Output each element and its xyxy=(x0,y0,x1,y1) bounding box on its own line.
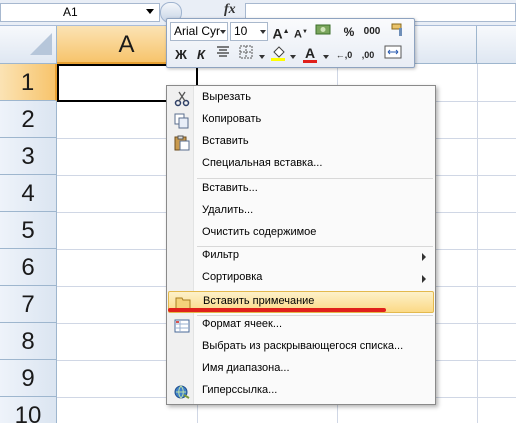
font-size-dropdown-icon[interactable] xyxy=(260,30,266,34)
menu-item-filter[interactable]: Фильтр xyxy=(168,246,434,268)
format-painter-icon[interactable] xyxy=(389,22,409,42)
menu-item-label: Сортировка xyxy=(202,271,263,283)
menu-item-delete[interactable]: Удалить... xyxy=(168,201,434,223)
borders-icon[interactable] xyxy=(236,45,256,65)
name-box-dropdown-icon[interactable] xyxy=(146,9,154,14)
menu-item-label: Копировать xyxy=(202,113,262,125)
increase-font-icon[interactable]: A▲ xyxy=(271,22,291,42)
grid-line xyxy=(477,64,478,423)
excel-window: A1 fx A 1 2 3 4 5 6 7 8 9 10 Arial Cyr 1… xyxy=(0,0,516,423)
scissors-icon xyxy=(174,91,190,107)
submenu-arrow-icon xyxy=(422,253,426,261)
row-header-3[interactable]: 3 xyxy=(0,138,57,175)
fill-color-dropdown-icon[interactable] xyxy=(290,55,296,59)
menu-item-paste[interactable]: Вставить xyxy=(168,132,434,154)
menu-item-label: Выбрать из раскрывающегося списка... xyxy=(202,340,404,352)
row-header-1[interactable]: 1 xyxy=(0,64,57,101)
menu-item-label: Очистить содержимое xyxy=(202,226,317,238)
copy-icon xyxy=(174,113,190,129)
context-menu: Вырезать Копировать Вставить Специальная… xyxy=(166,85,436,405)
font-color-dropdown-icon[interactable] xyxy=(323,55,329,59)
menu-item-sort[interactable]: Сортировка xyxy=(168,268,434,290)
increase-decimal-button[interactable]: ←,0 xyxy=(333,45,355,65)
menu-item-paste-special[interactable]: Специальная вставка... xyxy=(168,154,434,176)
menu-item-format-cells[interactable]: Формат ячеек... xyxy=(168,315,434,337)
menu-item-cut[interactable]: Вырезать xyxy=(168,88,434,110)
align-center-icon[interactable] xyxy=(213,45,233,65)
row-header-10[interactable]: 10 xyxy=(0,397,57,423)
row-header-2[interactable]: 2 xyxy=(0,101,57,138)
decrease-decimal-button[interactable]: ,00 xyxy=(357,45,379,65)
name-box[interactable]: A1 xyxy=(0,3,160,22)
row-header-8[interactable]: 8 xyxy=(0,323,57,360)
hyperlink-icon xyxy=(174,384,190,400)
paste-icon xyxy=(174,135,190,151)
font-color-icon[interactable]: A xyxy=(300,43,320,63)
menu-item-label: Вставить... xyxy=(202,182,258,194)
borders-dropdown-icon[interactable] xyxy=(259,55,265,59)
row-header-5[interactable]: 5 xyxy=(0,212,57,249)
fill-color-icon[interactable] xyxy=(269,45,289,65)
menu-item-label: Вставить xyxy=(202,135,249,147)
submenu-arrow-icon xyxy=(422,275,426,283)
menu-item-label: Специальная вставка... xyxy=(202,157,323,169)
italic-button[interactable]: К xyxy=(191,45,211,65)
font-name-dropdown-icon[interactable] xyxy=(220,30,226,34)
merge-center-icon[interactable] xyxy=(383,45,403,65)
menu-item-label: Удалить... xyxy=(202,204,254,216)
select-all-triangle-icon xyxy=(30,33,52,55)
insert-function-icon[interactable]: fx xyxy=(224,2,236,18)
annotation-red-underline xyxy=(168,308,386,312)
menu-item-label: Вырезать xyxy=(202,91,251,103)
comma-style-button[interactable]: 000 xyxy=(359,22,385,42)
decrease-font-icon[interactable]: A▼ xyxy=(291,22,311,42)
mini-toolbar: Arial Cyr 10 A▲ A▼ % 000 Ж К A ←,0 ,00 xyxy=(166,18,415,68)
menu-item-clear-contents[interactable]: Очистить содержимое xyxy=(168,223,434,245)
bold-button[interactable]: Ж xyxy=(171,45,191,65)
row-header-6[interactable]: 6 xyxy=(0,249,57,286)
format-cells-icon xyxy=(174,318,190,334)
row-header-7[interactable]: 7 xyxy=(0,286,57,323)
menu-item-hyperlink[interactable]: Гиперссылка... xyxy=(168,381,434,403)
menu-item-label: Фильтр xyxy=(202,249,239,261)
menu-item-insert[interactable]: Вставить... xyxy=(168,179,434,201)
font-color-bar xyxy=(303,60,317,63)
currency-format-icon[interactable] xyxy=(314,22,334,42)
menu-item-name-range[interactable]: Имя диапазона... xyxy=(168,359,434,381)
row-header-4[interactable]: 4 xyxy=(0,175,57,212)
menu-item-copy[interactable]: Копировать xyxy=(168,110,434,132)
row-header-9[interactable]: 9 xyxy=(0,360,57,397)
menu-item-label: Гиперссылка... xyxy=(202,384,278,396)
menu-item-label: Формат ячеек... xyxy=(202,318,283,330)
menu-item-label: Вставить примечание xyxy=(203,295,315,307)
menu-item-label: Имя диапазона... xyxy=(202,362,290,374)
percent-style-button[interactable]: % xyxy=(339,22,359,42)
menu-item-pick-from-list[interactable]: Выбрать из раскрывающегося списка... xyxy=(168,337,434,359)
